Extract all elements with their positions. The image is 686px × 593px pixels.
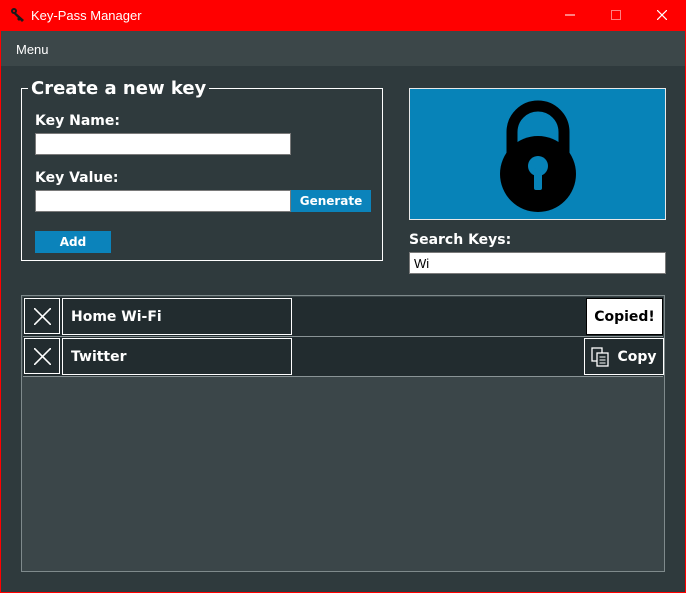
list-item: Twitter Copy [23, 337, 664, 377]
delete-x-icon [34, 348, 51, 365]
maximize-button[interactable] [593, 0, 639, 31]
search-keys-label: Search Keys: [409, 232, 512, 248]
key-value-label: Key Value: [35, 170, 119, 186]
minimize-icon [565, 14, 575, 16]
maximize-icon [611, 10, 621, 20]
search-input[interactable] [409, 252, 666, 274]
copy-icon [591, 346, 610, 367]
create-key-legend: Create a new key [31, 78, 207, 99]
delete-key-button[interactable] [24, 298, 60, 334]
app-window: Key-Pass Manager Menu Create a new key K… [1, 0, 685, 592]
copy-button[interactable]: Copy [584, 338, 664, 375]
key-name-label: Key Name: [35, 113, 120, 129]
list-item: Home Wi-Fi Copied! [23, 297, 663, 337]
close-icon [657, 10, 667, 20]
minimize-button[interactable] [547, 0, 593, 31]
title-bar[interactable]: Key-Pass Manager [1, 0, 685, 31]
padlock-icon [500, 100, 576, 212]
key-name: Twitter [62, 338, 292, 375]
menu-item-menu[interactable]: Menu [16, 42, 49, 57]
copy-button-label: Copied! [594, 308, 655, 325]
lock-banner [409, 88, 666, 220]
app-icon [11, 8, 24, 22]
copy-button[interactable]: Copied! [586, 298, 663, 335]
keys-list: Home Wi-Fi Copied! Twitter Copy [21, 295, 665, 572]
add-button[interactable]: Add [35, 231, 111, 253]
close-button[interactable] [639, 0, 685, 31]
key-name: Home Wi-Fi [62, 298, 292, 335]
copy-button-label: Copy [617, 348, 657, 365]
menu-bar: Menu [1, 31, 685, 66]
key-value-input[interactable] [35, 190, 291, 212]
key-name-input[interactable] [35, 133, 291, 155]
window-title: Key-Pass Manager [31, 8, 142, 23]
delete-key-button[interactable] [24, 338, 60, 374]
delete-x-icon [34, 308, 51, 325]
generate-button[interactable]: Generate [291, 190, 371, 212]
